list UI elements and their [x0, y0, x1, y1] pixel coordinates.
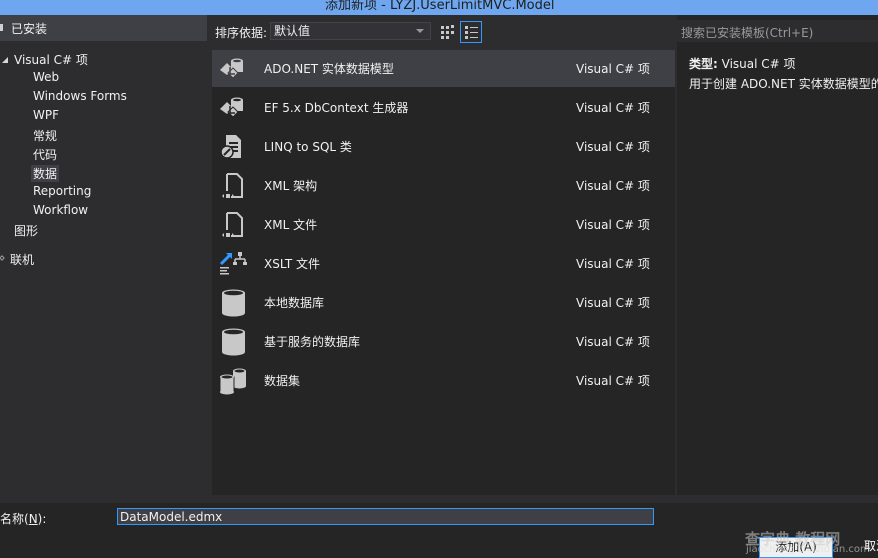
- tree-item-general[interactable]: 常规: [33, 127, 57, 144]
- small-icons-view-button[interactable]: [436, 21, 458, 43]
- template-type: Visual C# 项: [576, 257, 650, 271]
- template-name: XML 文件: [264, 218, 318, 232]
- category-pane: 已安装 Visual C# 项 Web Windows Forms WPF 常规…: [0, 15, 207, 495]
- dataset-icon: [219, 368, 246, 395]
- template-name: 本地数据库: [264, 296, 325, 310]
- template-type: Visual C# 项: [576, 296, 650, 310]
- template-row-linq-to-sql[interactable]: LINQ to SQL 类 Visual C# 项: [212, 128, 675, 165]
- tree-item-online[interactable]: 联机: [10, 251, 34, 268]
- template-name: 基于服务的数据库: [264, 335, 361, 349]
- template-list: ADO.NET 实体数据模型 Visual C# 项 EF 5.x DbCont…: [212, 50, 675, 495]
- installed-header[interactable]: 已安装: [0, 15, 207, 41]
- linq-to-sql-icon: [220, 135, 241, 159]
- window-title: 添加新项 - LYZJ.UserLimitMVC.Model: [325, 0, 555, 13]
- template-name: EF 5.x DbContext 生成器: [264, 101, 409, 115]
- template-type: Visual C# 项: [576, 179, 650, 193]
- template-name: XSLT 文件: [264, 257, 321, 271]
- footer: 名称(N): 添加(A) 取消 查字典 教程网 jiaocheng.chazid…: [0, 495, 878, 558]
- xml-file-icon: [222, 212, 243, 237]
- template-name: XML 架构: [264, 179, 318, 193]
- name-label: 名称(N):: [0, 510, 46, 527]
- tree-item-reporting[interactable]: Reporting: [33, 184, 91, 198]
- type-value: Visual C# 项: [721, 57, 796, 71]
- list-view-button[interactable]: [460, 21, 482, 43]
- sort-value: 默认值: [274, 24, 311, 38]
- divider: [0, 495, 878, 503]
- template-type: Visual C# 项: [576, 335, 650, 349]
- entity-model-icon: [220, 58, 243, 79]
- template-row-ado-net-entity-model[interactable]: ADO.NET 实体数据模型 Visual C# 项: [212, 50, 675, 87]
- template-row-local-database[interactable]: 本地数据库 Visual C# 项: [212, 284, 675, 321]
- template-row-service-based-database[interactable]: 基于服务的数据库 Visual C# 项: [212, 323, 675, 360]
- xslt-file-icon: [219, 252, 247, 275]
- tree-item-code[interactable]: 代码: [33, 146, 57, 163]
- details-pane: 搜索已安装模板(Ctrl+E) 类型: Visual C# 项 用于创建 ADO…: [677, 15, 878, 495]
- template-row-dataset[interactable]: 数据集 Visual C# 项: [212, 362, 675, 399]
- tree-item-graphics[interactable]: 图形: [14, 222, 38, 239]
- tree-item-web[interactable]: Web: [33, 70, 59, 84]
- template-row-ef-dbcontext[interactable]: EF 5.x DbContext 生成器 Visual C# 项: [212, 89, 675, 126]
- sort-label: 排序依据:: [215, 26, 268, 40]
- sort-toolbar: 排序依据: 默认值: [207, 15, 677, 49]
- template-row-xml-schema[interactable]: XML 架构 Visual C# 项: [212, 167, 675, 204]
- template-type: Visual C# 项: [576, 62, 650, 76]
- name-input[interactable]: [117, 508, 654, 525]
- template-type: Visual C# 项: [576, 218, 650, 232]
- sort-dropdown[interactable]: 默认值: [270, 22, 431, 40]
- watermark-url: jiaocheng.chazidian.com: [746, 544, 870, 555]
- expand-arrow-icon[interactable]: [2, 57, 8, 63]
- database-icon: [222, 328, 245, 356]
- template-name: LINQ to SQL 类: [264, 140, 352, 154]
- type-label: 类型:: [689, 57, 718, 71]
- template-row-xslt-file[interactable]: XSLT 文件 Visual C# 项: [212, 245, 675, 282]
- name-label-suffix: ):: [37, 512, 47, 526]
- detail-description: 用于创建 ADO.NET 实体数据模型的项。: [689, 77, 878, 91]
- tree-item-wpf[interactable]: WPF: [33, 108, 59, 122]
- xml-schema-icon: [222, 173, 243, 198]
- tree-item-visual-csharp[interactable]: Visual C# 项: [14, 51, 88, 68]
- template-name: ADO.NET 实体数据模型: [264, 62, 394, 76]
- tree-item-windows-forms[interactable]: Windows Forms: [33, 89, 127, 103]
- database-icon: [222, 289, 245, 317]
- collapse-icon[interactable]: [0, 24, 3, 31]
- template-type: Visual C# 项: [576, 374, 650, 388]
- template-row-xml-file[interactable]: XML 文件 Visual C# 项: [212, 206, 675, 243]
- search-placeholder: 搜索已安装模板(Ctrl+E): [681, 26, 814, 40]
- search-input[interactable]: 搜索已安装模板(Ctrl+E): [677, 20, 878, 42]
- dbcontext-generator-icon: [220, 97, 243, 118]
- name-label-prefix: 名称(: [0, 512, 29, 526]
- template-name: 数据集: [264, 374, 301, 388]
- expand-arrow-icon[interactable]: [0, 255, 5, 261]
- title-bar: 添加新项 - LYZJ.UserLimitMVC.Model: [0, 0, 878, 15]
- name-label-accesskey: N: [28, 512, 38, 526]
- installed-label: 已安装: [11, 22, 48, 36]
- tree-item-workflow[interactable]: Workflow: [33, 203, 88, 217]
- template-pane: 排序依据: 默认值 ADO.NET 实体数据模型 Visual C# 项 EF …: [207, 15, 677, 495]
- template-type: Visual C# 项: [576, 101, 650, 115]
- template-type: Visual C# 项: [576, 140, 650, 154]
- tree-item-data[interactable]: 数据: [31, 165, 60, 182]
- chevron-down-icon: [416, 29, 424, 33]
- detail-type: 类型: Visual C# 项: [689, 55, 796, 72]
